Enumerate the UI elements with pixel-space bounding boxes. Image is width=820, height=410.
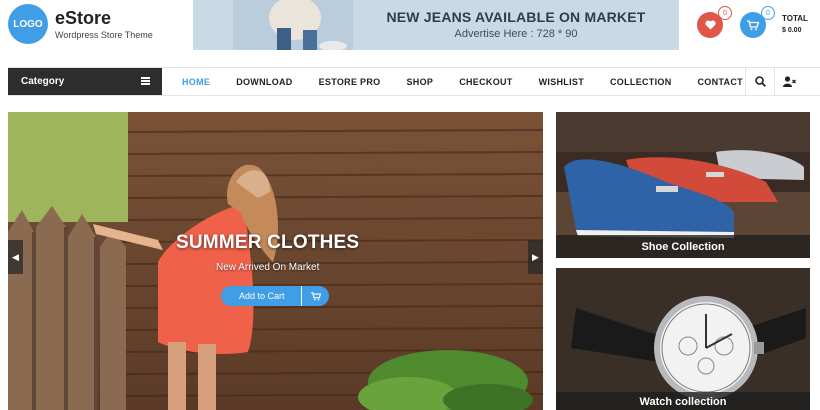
add-to-cart-button[interactable]: Add to Cart [221,286,329,306]
slide-title: SUMMER CLOTHES [176,232,360,253]
cart-total-label: TOTAL [782,14,808,23]
user-icon [782,76,796,87]
chevron-right-icon: ▶ [532,251,539,262]
cart-icon [747,19,759,30]
hero-slide-image [8,112,543,410]
chevron-left-icon: ◀ [12,251,19,262]
nav-item-wishlist[interactable]: WISHLIST [539,77,584,87]
search-button[interactable] [745,68,774,95]
ad-subtitle: Advertise Here : 728 * 90 [454,28,578,40]
nav-item-shop[interactable]: SHOP [406,77,433,87]
search-icon [754,76,766,87]
wishlist-button[interactable]: 0 [697,6,732,38]
slider-next-button[interactable]: ▶ [528,240,543,274]
ad-model-photo [233,0,353,50]
slider-prev-button[interactable]: ◀ [8,240,23,274]
category-label: Category [21,76,65,87]
advertisement-banner[interactable]: NEW JEANS AVAILABLE ON MARKET Advertise … [193,0,679,50]
site-logo[interactable]: LOGO [8,4,48,44]
cart-button[interactable]: 0 [740,6,775,38]
nav-item-estore-pro[interactable]: ESTORE PRO [319,77,381,87]
nav-item-checkout[interactable]: CHECKOUT [459,77,512,87]
cart-icon [301,286,329,306]
heart-icon [704,20,716,30]
category-menu-button[interactable]: Category [8,68,162,95]
add-to-cart-label: Add to Cart [239,291,285,301]
watch-collection-image [556,268,810,410]
watch-collection-card[interactable]: Watch collection [556,268,810,410]
site-tagline: Wordpress Store Theme [55,30,153,40]
main-navbar: Category HOME DOWNLOAD ESTORE PRO SHOP C… [8,67,820,96]
shoe-collection-label: Shoe Collection [556,235,810,258]
nav-item-home[interactable]: HOME [182,77,210,87]
nav-item-download[interactable]: DOWNLOAD [236,77,292,87]
watch-collection-label: Watch collection [556,392,810,410]
menu-icon [141,77,150,85]
user-account-button[interactable] [774,68,803,95]
slide-subtitle: New Arrived On Market [216,262,320,273]
primary-menu: HOME DOWNLOAD ESTORE PRO SHOP CHECKOUT W… [182,68,769,95]
ad-title: NEW JEANS AVAILABLE ON MARKET [386,9,646,25]
site-title[interactable]: eStore [55,8,111,29]
nav-item-contact[interactable]: CONTACT [698,77,743,87]
nav-item-collection[interactable]: COLLECTION [610,77,672,87]
wishlist-count-badge: 0 [718,6,732,20]
hero-slider[interactable]: ◀ ▶ SUMMER CLOTHES New Arrived On Market… [8,112,543,410]
shoe-collection-card[interactable]: Shoe Collection [556,112,810,258]
cart-total-value: $ 0.00 [782,27,802,34]
logo-text: LOGO [13,18,43,30]
cart-count-badge: 0 [761,6,775,20]
